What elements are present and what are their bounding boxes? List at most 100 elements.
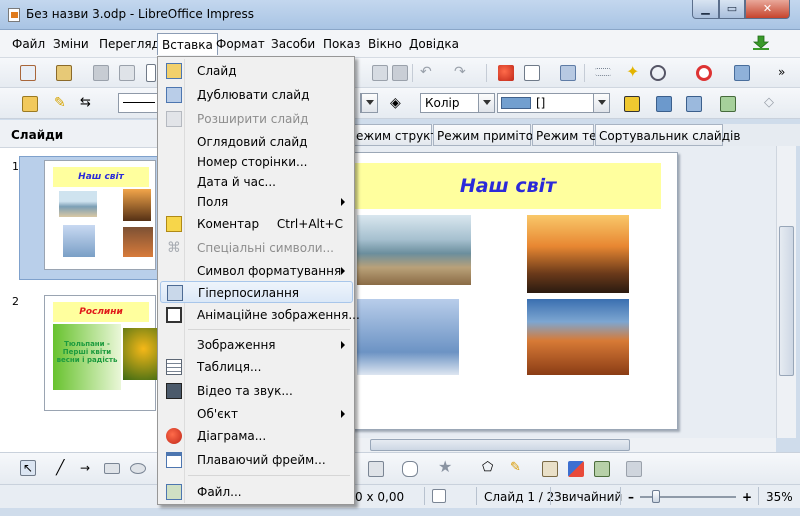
menu-edit[interactable]: Зміни [53,37,89,51]
animated-image-item[interactable]: Анімаційне зображення... [160,304,360,326]
menu-format[interactable]: Формат [216,37,265,51]
insert-slide-icon [166,63,182,79]
align-icon[interactable] [656,96,672,112]
guidelines-star-icon[interactable]: ✦ [626,64,642,80]
tab-slide-sorter[interactable]: Сортувальник слайдів [595,124,740,146]
help-lifebuoy-icon[interactable] [696,65,712,81]
slide-title: Наш світ [459,175,557,197]
slide-title-box[interactable]: Наш світ [355,163,661,209]
video-sound-item[interactable]: Відео та звук... [160,380,353,402]
floating-frame-item[interactable]: Плаваючий фрейм... [160,449,353,471]
menu-view[interactable]: Перегляд [99,37,160,51]
more-tools-icon[interactable]: » [778,65,794,81]
table-icon[interactable] [524,65,540,81]
chart-item[interactable]: Діаграма... [160,425,353,447]
rectangle-tool-icon[interactable] [104,463,120,474]
horizontal-scrollbar[interactable] [352,438,776,452]
menu-help[interactable]: Довідка [409,37,459,51]
hyperlink-icon[interactable] [560,65,576,81]
line-style-select[interactable] [118,93,158,113]
vertical-scrollbar[interactable] [776,146,796,438]
open-folder-icon[interactable] [56,65,72,81]
paste-icon[interactable] [372,65,388,81]
zoom-in-icon[interactable]: + [742,490,752,504]
hyperlink-item[interactable]: Гіперпосилання [160,281,353,303]
object-position-icon[interactable] [720,96,736,112]
points-icon[interactable]: ⬠ [482,461,498,477]
lighthouse-photo[interactable] [527,215,629,293]
fill-color-select[interactable]: [] [497,93,610,113]
image-submenu-item[interactable]: Зображення [160,334,353,356]
zoom-level[interactable]: 35% [766,490,793,504]
arrow-style-icon[interactable]: ⇆ [80,96,96,112]
slide-layout-icon[interactable] [734,65,750,81]
summary-slide-item[interactable]: Оглядовий слайд [160,131,353,153]
object-submenu-item[interactable]: Об'єкт [160,403,353,425]
extrusion-icon[interactable] [594,461,610,477]
transform-icon[interactable]: ◇ [764,96,780,112]
grid-icon[interactable] [595,68,611,76]
undo-icon[interactable]: ↶ [420,65,436,81]
current-slide[interactable]: Наш світ [352,152,678,430]
line-icon[interactable]: ✎ [54,96,70,112]
clone-format-icon[interactable] [392,65,408,81]
zoom-slider-handle[interactable] [652,490,660,503]
arrow-tool-icon[interactable]: → [80,461,96,477]
maximize-button[interactable]: ▭ [719,0,745,19]
select-arrow-icon[interactable]: ↖ [20,460,36,476]
minimize-button[interactable]: ▁ [692,0,719,19]
tab-outline-view[interactable]: ежим структури [352,124,460,146]
group-icon[interactable] [626,461,642,477]
tab-notes-view[interactable]: Режим приміток [433,124,540,146]
slide-edit-area[interactable]: Наш світ [352,146,776,438]
expand-slide-item[interactable]: Розширити слайд [160,108,353,130]
horizontal-scroll-thumb[interactable] [370,439,630,451]
fill-type-select[interactable]: Колір [420,93,495,113]
insert-slide-item[interactable]: Слайд [160,60,353,82]
save-icon[interactable] [93,65,109,81]
fontwork-pen-icon[interactable]: ✎ [510,461,526,477]
date-time-item[interactable]: Дата й час... [160,171,353,193]
gallery-icon[interactable] [568,461,584,477]
desert-photo[interactable] [527,299,629,375]
slide-2-preview[interactable]: Рослини Тюльпани - Перші квіти весни і р… [44,295,157,411]
table-item[interactable]: Таблиця... [160,356,353,378]
from-file-icon[interactable] [542,461,558,477]
block-arrows-icon[interactable] [368,461,384,477]
line-width-select[interactable] [360,93,378,113]
formatting-mark-submenu-item[interactable]: Символ форматування [160,260,353,282]
page-number-item[interactable]: Номер сторінки... [160,151,353,173]
menu-tools[interactable]: Засоби [271,37,315,51]
zoom-out-icon[interactable]: – [628,490,634,504]
vertical-scroll-thumb[interactable] [779,226,794,376]
update-download-icon[interactable] [752,35,770,51]
shadow-icon[interactable] [624,96,640,112]
zoom-icon[interactable] [650,65,666,81]
tab-handout-view[interactable]: Режим тез [532,124,603,146]
callouts-icon[interactable] [402,461,418,477]
ellipse-tool-icon[interactable] [130,463,146,474]
new-document-icon[interactable] [20,65,36,81]
line-tool-icon[interactable]: ╱ [56,461,72,477]
duplicate-slide-item[interactable]: Дублювати слайд [160,84,353,106]
area-fill-icon[interactable]: ◈ [390,96,406,112]
slide-1-preview[interactable]: Наш світ [44,160,156,270]
arrange-icon[interactable] [686,96,702,112]
penguins-photo[interactable] [357,299,459,375]
comment-item[interactable]: Коментар Ctrl+Alt+C [160,213,353,235]
edit-mode-icon[interactable] [146,64,156,82]
insert-file-item[interactable]: Файл... [160,481,353,503]
horses-photo[interactable] [357,215,471,285]
menu-window[interactable]: Вікно [368,37,402,51]
menu-file[interactable]: Файл [12,37,45,51]
fields-submenu-item[interactable]: Поля [160,191,353,213]
styles-icon[interactable] [22,96,38,112]
close-button[interactable]: ✕ [745,0,790,19]
special-characters-item[interactable]: ⌘ Спеціальні символи... [160,237,353,259]
stars-icon[interactable]: ★ [438,459,454,475]
redo-icon[interactable]: ↷ [454,65,470,81]
email-icon[interactable] [119,65,135,81]
chart-icon[interactable] [498,65,514,81]
menu-slideshow[interactable]: Показ [323,37,360,51]
menu-insert[interactable]: Вставка [157,33,218,55]
